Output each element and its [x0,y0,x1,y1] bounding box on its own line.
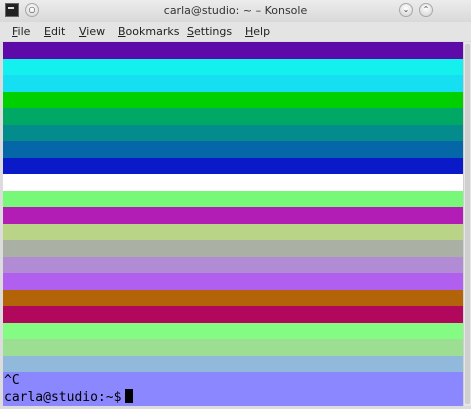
menu-file[interactable]: File [12,25,30,38]
color-stripe [3,124,463,142]
menu-file-label: ile [17,25,31,38]
prompt-text: carla@studio:~$ [4,390,122,405]
prompt-line[interactable]: carla@studio:~$ [4,389,134,405]
menu-help-label: elp [253,25,271,38]
menu-help[interactable]: Help [245,25,270,38]
color-stripe [3,91,463,109]
menu-edit-label: dit [50,25,66,38]
title-bar[interactable]: ○ carla@studio: ~ – Konsole ⌄ ⌃ [0,0,471,23]
color-stripe [3,256,463,274]
menu-settings-mnemonic: S [187,25,194,38]
minimize-button[interactable]: ⌄ [399,3,413,17]
interrupt-output: ^C [4,373,20,388]
color-stripe [3,339,463,356]
color-stripe [3,289,463,307]
terminal-area[interactable]: ^C carla@studio:~$ [3,42,463,406]
color-stripe [3,108,463,125]
menu-bar: File Edit View Bookmarks Settings Help [0,22,471,41]
color-stripe [3,273,463,290]
color-stripe [3,42,463,59]
text-cursor [125,389,134,403]
maximize-button[interactable]: ⌃ [419,3,433,17]
color-stripe [3,223,463,241]
menu-bookmarks[interactable]: Bookmarks [118,25,179,38]
konsole-window: ○ carla@studio: ~ – Konsole ⌄ ⌃ File Edi… [0,0,471,409]
color-stripe [3,75,463,92]
menu-view[interactable]: View [79,25,105,38]
menu-bookmarks-label: ookmarks [125,25,180,38]
menu-settings-label: ettings [193,25,233,38]
color-stripe [3,58,463,76]
color-stripe [3,355,463,373]
color-stripe [3,207,463,224]
menu-view-label: iew [86,25,106,38]
menu-bookmarks-mnemonic: B [118,25,126,38]
color-stripe [3,157,463,175]
color-stripe [3,190,463,208]
menu-edit[interactable]: Edit [44,25,65,38]
scrollbar-thumb[interactable] [465,44,470,404]
color-stripe [3,322,463,340]
menu-edit-mnemonic: E [44,25,51,38]
terminal-scrollbar[interactable] [463,42,471,406]
color-stripe [3,240,463,257]
color-stripe [3,306,463,323]
color-stripe [3,174,463,191]
menu-settings[interactable]: Settings [187,25,232,38]
color-stripe [3,141,463,158]
